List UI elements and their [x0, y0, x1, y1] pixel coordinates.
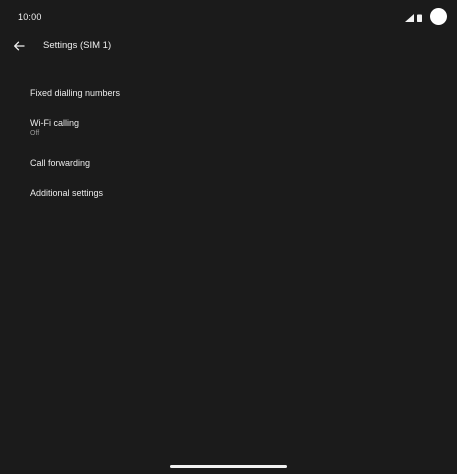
app-bar: Settings (SIM 1) — [0, 34, 457, 58]
battery-icon — [417, 14, 422, 22]
page-title: Settings (SIM 1) — [43, 40, 112, 51]
settings-item-wifi-calling[interactable]: Wi-Fi calling Off — [0, 108, 457, 148]
signal-icon — [405, 14, 414, 22]
settings-item-fixed-dialling-numbers[interactable]: Fixed dialling numbers — [0, 78, 457, 108]
navigation-handle[interactable] — [170, 465, 287, 468]
settings-item-summary: Off — [30, 130, 40, 137]
settings-item-label: Call forwarding — [30, 158, 91, 168]
settings-item-label: Wi-Fi calling — [30, 118, 80, 128]
arrow-back-icon[interactable] — [12, 39, 26, 53]
settings-item-additional-settings[interactable]: Additional settings — [0, 178, 457, 208]
settings-list: Fixed dialling numbers Wi-Fi calling Off… — [0, 78, 457, 208]
camera-cutout-icon — [430, 8, 447, 25]
status-icons — [405, 8, 447, 25]
status-time: 10:00 — [18, 12, 42, 22]
status-bar: 10:00 — [0, 0, 457, 34]
settings-item-label: Fixed dialling numbers — [30, 88, 121, 98]
settings-item-label: Additional settings — [30, 188, 104, 198]
settings-item-call-forwarding[interactable]: Call forwarding — [0, 148, 457, 178]
